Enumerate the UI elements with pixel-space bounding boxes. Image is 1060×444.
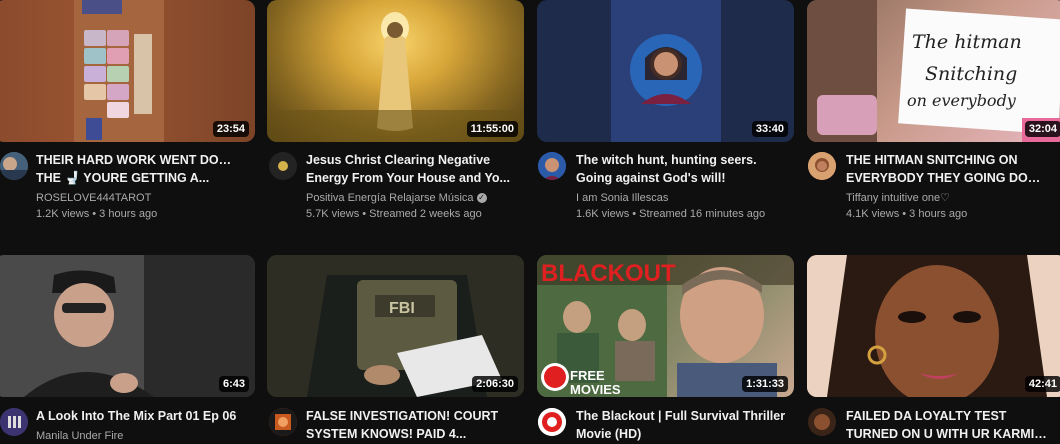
video-thumbnail[interactable]: The hitman Snitching on everybody 32:04 (807, 0, 1060, 142)
view-count: 5.7K views (306, 208, 360, 220)
meta-separator: • (89, 208, 100, 220)
thumbnail-note-line: Snitching (925, 63, 1017, 85)
video-title[interactable]: FALSE INVESTIGATION! COURT SYSTEM KNOWS!… (306, 407, 511, 443)
channel-avatar[interactable] (269, 408, 297, 436)
video-title-line: SYSTEM KNOWS! PAID 4... (306, 427, 467, 441)
video-title[interactable]: FAILED DA LOYALTY TEST TURNED ON U WITH … (846, 407, 1051, 443)
video-thumbnail[interactable]: BLACKOUT FREE MOVIES 1:31:33 (537, 255, 794, 397)
video-title-line: The Blackout | Full Survival Thriller (576, 409, 786, 423)
channel-avatar[interactable] (808, 408, 836, 436)
handwritten-note-illustration: The hitman Snitching on everybody (807, 0, 1060, 142)
man-in-cap-illustration (0, 255, 255, 397)
video-title[interactable]: THE HITMAN SNITCHING ON EVERYBODY THEY G… (846, 151, 1051, 187)
video-title-line: EVERYBODY THEY GOING DOWN... (846, 171, 1051, 185)
channel-avatar[interactable] (0, 408, 28, 436)
video-title[interactable]: Jesus Christ Clearing Negative Energy Fr… (306, 151, 511, 187)
video-duration: 1:31:33 (742, 376, 788, 392)
thumbnail-movies-label: MOVIES (570, 382, 621, 397)
video-title-line: Energy From Your House and Yo... (306, 171, 510, 185)
upload-age: 3 hours ago (99, 208, 158, 220)
thumbnail-image (807, 255, 1060, 397)
video-duration: 23:54 (212, 121, 249, 137)
thumbnail-badge-text: FBI (389, 300, 415, 317)
channel-name[interactable]: Tiffany intuitive one♡ (846, 191, 950, 205)
video-title-line: FALSE INVESTIGATION! COURT (306, 409, 499, 423)
avatar-image (538, 152, 566, 180)
avatar-image (808, 408, 836, 436)
video-metadata: 4.1K views • 3 hours ago (846, 207, 967, 221)
avatar-image (538, 408, 566, 436)
video-title-line: Going against God's will! (576, 171, 726, 185)
video-thumbnail[interactable]: 11:55:00 (267, 0, 524, 142)
video-duration: 42:41 (1024, 376, 1060, 392)
video-thumbnail[interactable]: 6:43 (0, 255, 255, 397)
video-thumbnail[interactable]: 42:41 (807, 255, 1060, 397)
video-title-line: THE 🚽 YOURE GETTING A... (36, 171, 210, 185)
video-title-line: THE HITMAN SNITCHING ON (846, 153, 1018, 167)
channel-name-text: Positiva Energía Relajarse Música (306, 192, 474, 204)
thumbnail-movie-title: BLACKOUT (541, 260, 676, 287)
video-metadata: 1.6K views • Streamed 16 minutes ago (576, 207, 765, 221)
verified-check-icon: ✓ (476, 193, 487, 204)
video-duration: 2:06:30 (472, 376, 518, 392)
video-duration: 33:40 (751, 121, 788, 137)
thumbnail-note-line: on everybody (907, 91, 1017, 110)
meta-separator: • (899, 208, 910, 220)
video-title[interactable]: THEIR HARD WORK WENT DOWN THE 🚽 YOURE GE… (36, 151, 236, 187)
channel-avatar[interactable] (538, 152, 566, 180)
meta-separator: • (629, 208, 640, 220)
video-duration: 11:55:00 (466, 121, 518, 137)
video-title[interactable]: The witch hunt, hunting seers. Going aga… (576, 151, 786, 187)
video-thumbnail[interactable]: FBI 2:06:30 (267, 255, 524, 397)
video-duration: 32:04 (1024, 121, 1060, 137)
video-thumbnail[interactable]: 23:54 (0, 0, 255, 142)
thumbnail-image: The hitman Snitching on everybody (807, 0, 1060, 142)
avatar-image (269, 408, 297, 436)
video-title-line: FAILED DA LOYALTY TEST (846, 409, 1007, 423)
illustrated-woman-illustration (807, 255, 1060, 397)
view-count: 1.6K views (576, 208, 630, 220)
upload-age: 3 hours ago (909, 208, 968, 220)
channel-name[interactable]: Positiva Energía Relajarse Música ✓ (306, 191, 487, 205)
avatar-image (808, 152, 836, 180)
video-title-line: Movie (HD) (576, 427, 642, 441)
video-title-line: The witch hunt, hunting seers. (576, 153, 757, 167)
video-title-line: A Look Into The Mix Part 01 Ep 06 (36, 409, 237, 423)
video-title[interactable]: The Blackout | Full Survival Thriller Mo… (576, 407, 786, 443)
video-thumbnail[interactable]: 33:40 (537, 0, 794, 142)
video-title-line: THEIR HARD WORK WENT DOWN (36, 153, 236, 167)
channel-name[interactable]: ROSELOVE444TAROT (36, 191, 151, 205)
thumbnail-free-label: FREE (570, 368, 605, 383)
avatar-image (269, 152, 297, 180)
thumbnail-image (0, 255, 255, 397)
video-duration: 6:43 (218, 376, 249, 392)
avatar-image (0, 152, 28, 180)
channel-avatar[interactable] (0, 152, 28, 180)
thumbnail-note-line: The hitman (912, 31, 1022, 53)
video-metadata: 5.7K views • Streamed 2 weeks ago (306, 207, 482, 221)
avatar-image (0, 408, 28, 436)
channel-avatar[interactable] (808, 152, 836, 180)
upload-age: Streamed 16 minutes ago (639, 208, 766, 220)
channel-name[interactable]: I am Sonia Illescas (576, 191, 668, 205)
video-title[interactable]: A Look Into The Mix Part 01 Ep 06 (36, 407, 246, 425)
channel-name[interactable]: Manila Under Fire (36, 429, 123, 443)
video-metadata: 1.2K views • 3 hours ago (36, 207, 157, 221)
meta-separator: • (359, 208, 370, 220)
channel-avatar[interactable] (538, 408, 566, 436)
view-count: 1.2K views (36, 208, 90, 220)
view-count: 4.1K views (846, 208, 900, 220)
video-title-line: TURNED ON U WITH UR KARMIC... (846, 427, 1051, 441)
video-title-line: Jesus Christ Clearing Negative (306, 153, 491, 167)
upload-age: Streamed 2 weeks ago (369, 208, 482, 220)
channel-avatar[interactable] (269, 152, 297, 180)
